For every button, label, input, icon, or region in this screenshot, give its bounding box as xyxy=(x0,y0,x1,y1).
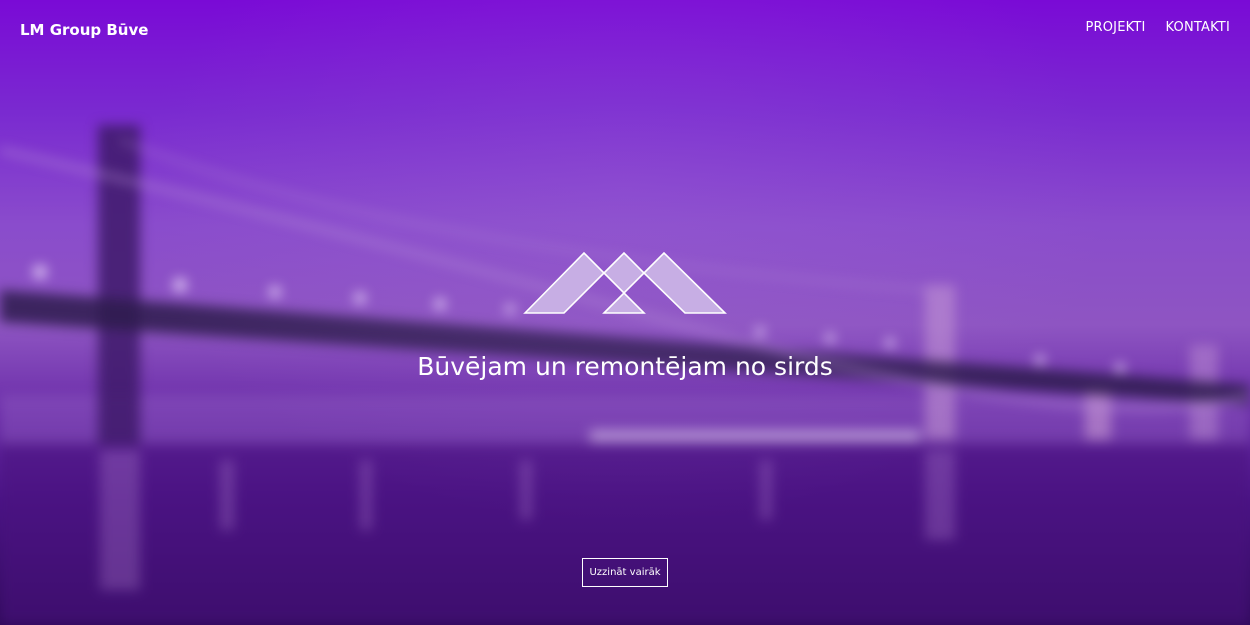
hero-tagline: Būvējam un remontējam no sirds xyxy=(417,352,833,381)
brand-logo-text[interactable]: LM Group Būve xyxy=(20,21,148,39)
learn-more-button[interactable]: Uzzināt vairāk xyxy=(582,558,668,587)
main-nav: PROJEKTI KONTAKTI xyxy=(1085,20,1230,35)
nav-link-projekti[interactable]: PROJEKTI xyxy=(1085,20,1145,35)
nav-link-kontakti[interactable]: KONTAKTI xyxy=(1166,20,1231,35)
hero-section: LM Group Būve PROJEKTI KONTAKTI Būvējam … xyxy=(0,0,1250,625)
mountains-logo-icon xyxy=(523,251,727,314)
